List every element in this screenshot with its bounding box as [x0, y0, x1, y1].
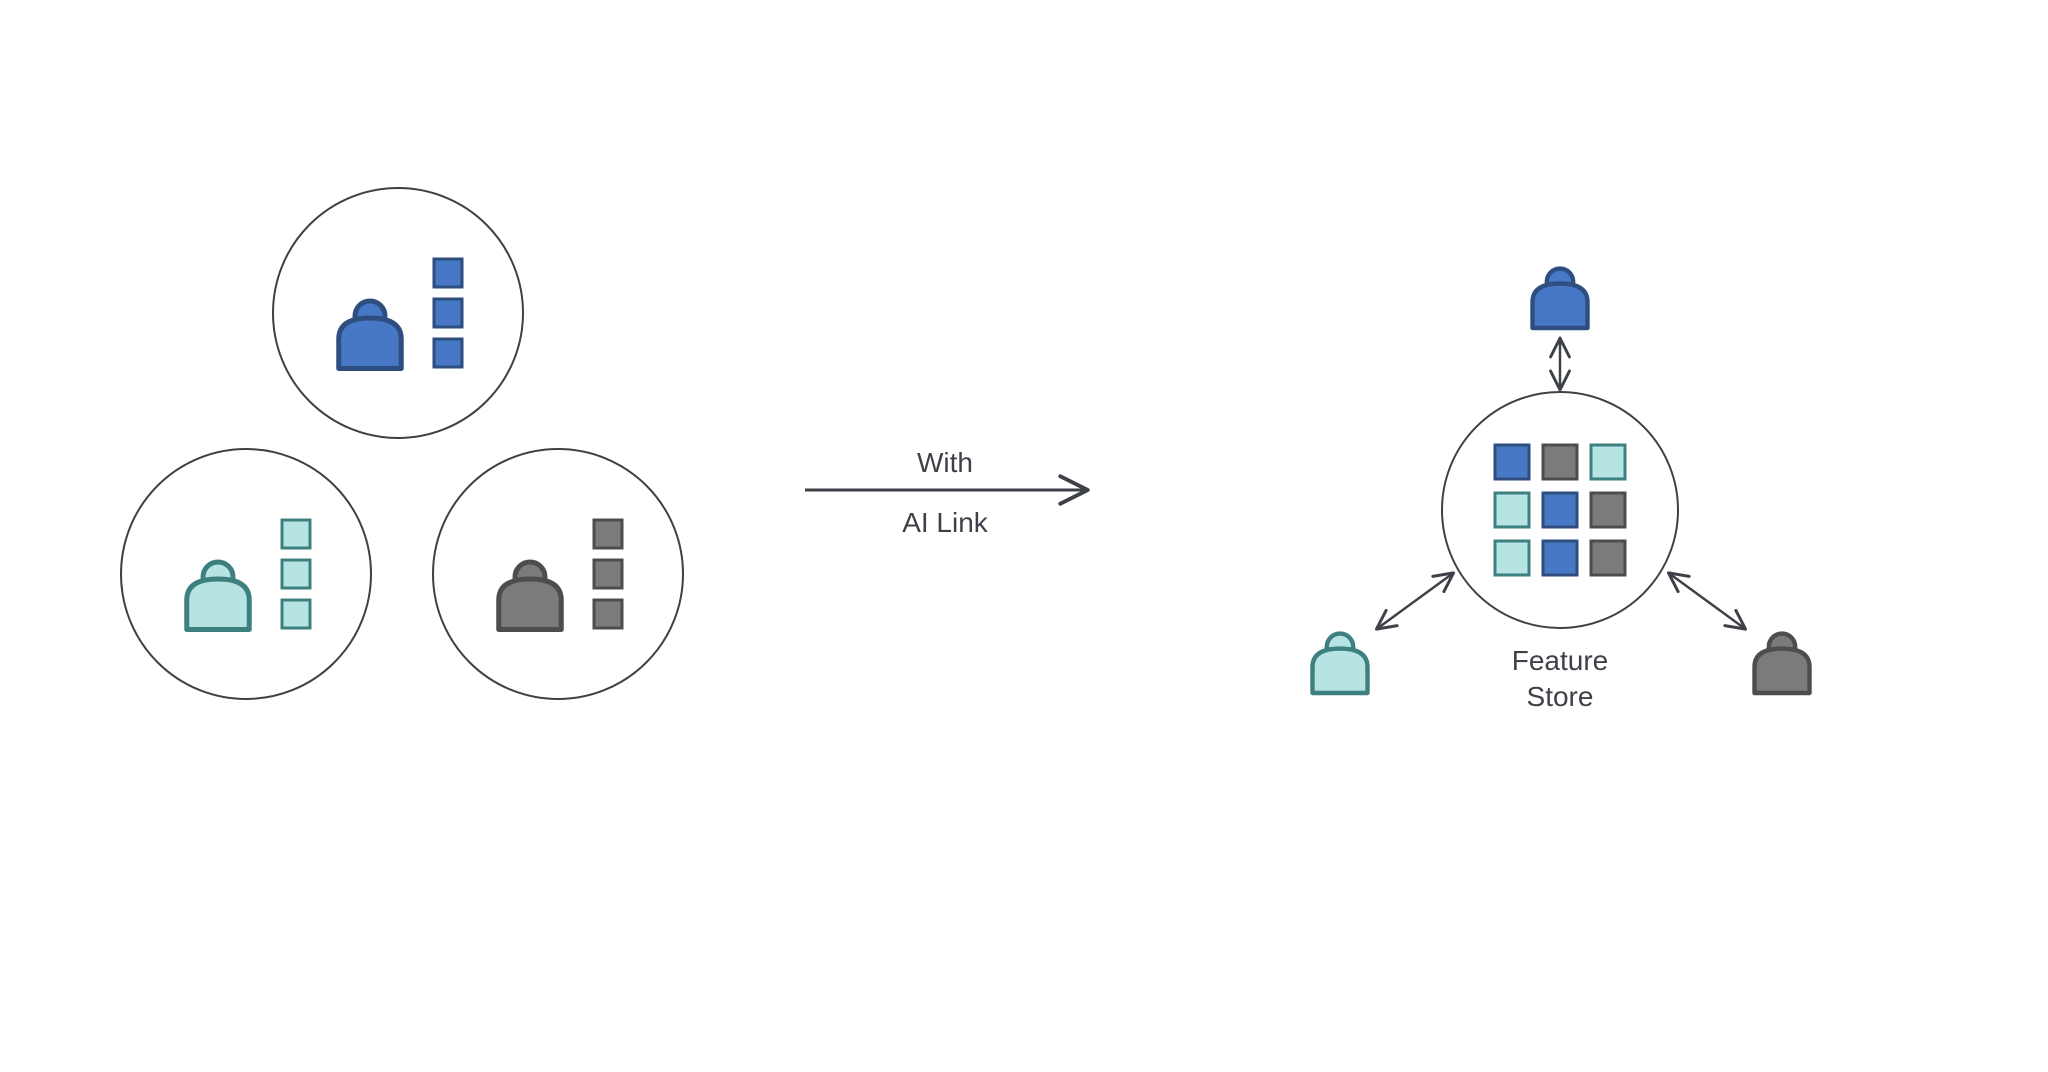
store-connector-2-icon — [1670, 574, 1744, 628]
silo-blue-square-2-icon — [434, 339, 462, 367]
silo-person-teal-icon — [187, 562, 250, 630]
person-body-icon — [1313, 649, 1368, 693]
silo-teal-square-2-icon — [282, 600, 310, 628]
feature-store-users — [1313, 269, 1810, 693]
person-body-icon — [1755, 649, 1810, 693]
store-cell-r0-c0-icon — [1495, 445, 1529, 479]
silo-circle-blue — [273, 188, 523, 438]
store-user-blue-icon — [1533, 269, 1588, 328]
store-cell-r2-c1-icon — [1543, 541, 1577, 575]
person-body-icon — [499, 579, 562, 630]
store-connector-1-icon — [1378, 574, 1452, 628]
silo-gray-square-2-icon — [594, 600, 622, 628]
store-cell-r2-c0-icon — [1495, 541, 1529, 575]
person-body-icon — [1533, 284, 1588, 328]
store-cell-r1-c2-icon — [1591, 493, 1625, 527]
store-cell-r1-c1-icon — [1543, 493, 1577, 527]
arrow-label-line2: AI Link — [902, 507, 989, 538]
silo-blue-square-1-icon — [434, 299, 462, 327]
person-body-icon — [187, 579, 250, 630]
left-siloed-cluster — [121, 188, 683, 699]
silo-blue-square-0-icon — [434, 259, 462, 287]
silo-teal-square-1-icon — [282, 560, 310, 588]
silo-teal-square-0-icon — [282, 520, 310, 548]
silo-outline-icon — [121, 449, 371, 699]
feature-store-label-line2: Store — [1527, 681, 1594, 712]
store-cell-r0-c1-icon — [1543, 445, 1577, 479]
feature-store-label-line1: Feature — [1512, 645, 1609, 676]
store-user-teal-icon — [1313, 634, 1368, 693]
store-cell-r0-c2-icon — [1591, 445, 1625, 479]
store-user-gray-icon — [1755, 634, 1810, 693]
silo-person-blue-icon — [339, 301, 402, 369]
silo-outline-icon — [433, 449, 683, 699]
transition-arrow-group: With AI Link — [805, 447, 1085, 538]
silo-outline-icon — [273, 188, 523, 438]
arrow-label-line1: With — [917, 447, 973, 478]
silo-circle-gray — [433, 449, 683, 699]
store-cell-r1-c0-icon — [1495, 493, 1529, 527]
store-cell-r2-c2-icon — [1591, 541, 1625, 575]
feature-store-circle — [1442, 392, 1678, 628]
feature-store-connectors — [1378, 340, 1744, 628]
silo-gray-square-1-icon — [594, 560, 622, 588]
silo-person-gray-icon — [499, 562, 562, 630]
silo-circle-teal — [121, 449, 371, 699]
diagram-canvas: With AI Link Feature Store — [0, 0, 2048, 1072]
person-body-icon — [339, 318, 402, 369]
silo-gray-square-0-icon — [594, 520, 622, 548]
right-feature-store-cluster: Feature Store — [1313, 269, 1810, 712]
